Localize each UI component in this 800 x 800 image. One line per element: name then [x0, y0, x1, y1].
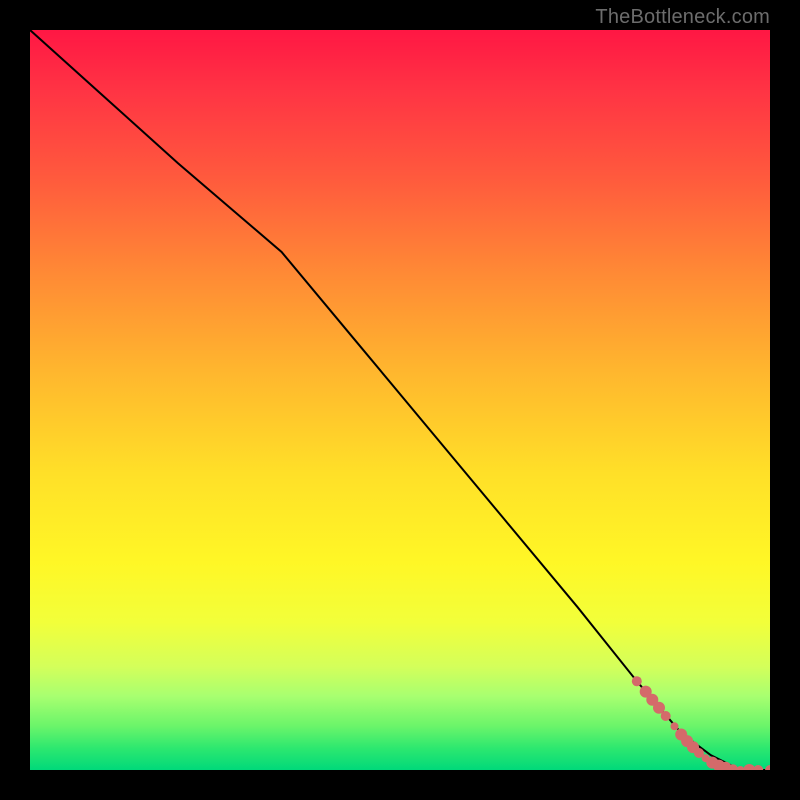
chart-wrapper: TheBottleneck.com: [0, 0, 800, 800]
data-point: [736, 766, 744, 770]
chart-line: [30, 30, 770, 770]
data-point: [661, 711, 671, 721]
data-point: [632, 676, 642, 686]
chart-overlay: [30, 30, 770, 770]
data-point: [765, 765, 770, 770]
data-point: [671, 722, 679, 730]
data-point: [753, 765, 763, 770]
plot-area: [30, 30, 770, 770]
chart-points: [632, 676, 770, 770]
watermark-text: TheBottleneck.com: [595, 6, 770, 29]
